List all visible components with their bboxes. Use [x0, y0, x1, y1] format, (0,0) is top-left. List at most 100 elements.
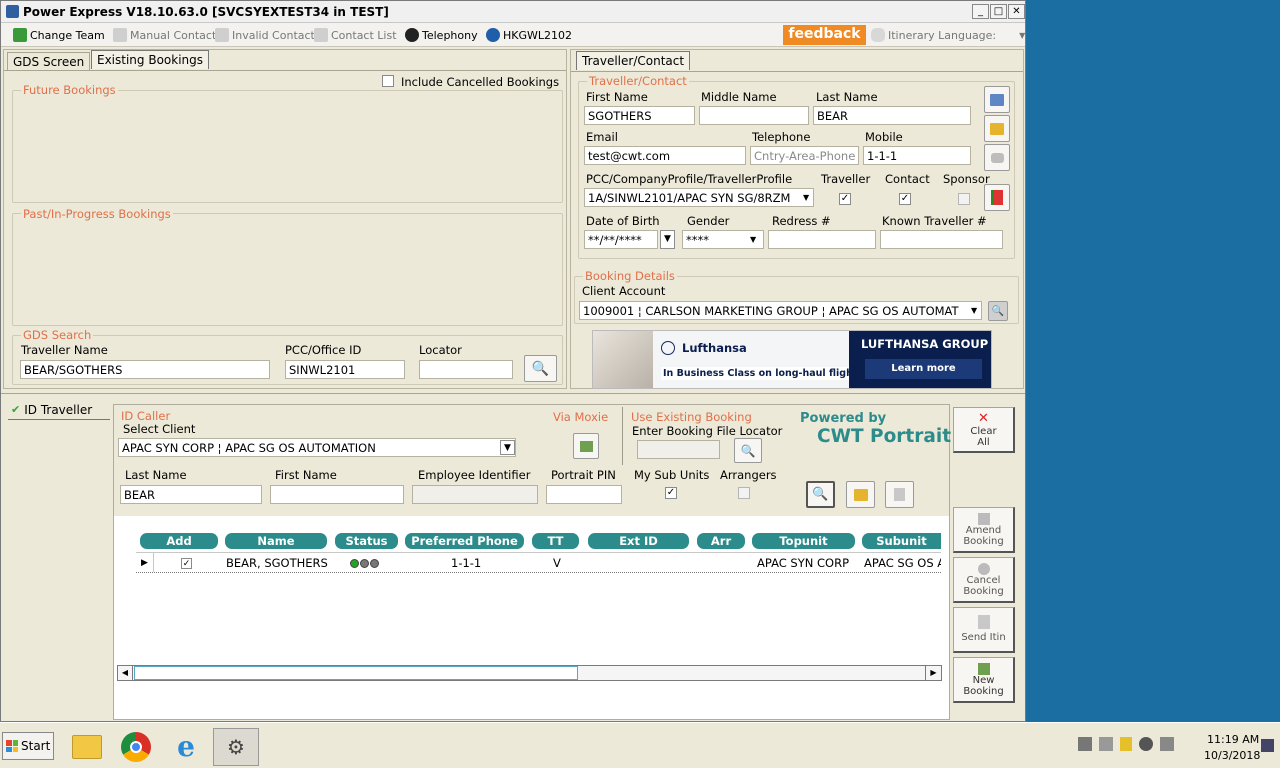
scroll-thumb[interactable]: [134, 666, 578, 680]
invalid-contact-button[interactable]: Invalid Contact: [215, 27, 315, 43]
add-profile-button[interactable]: [846, 481, 875, 508]
scroll-right-button[interactable]: ▶: [925, 666, 941, 680]
clear-all-button[interactable]: ✕ Clear All: [953, 407, 1015, 453]
scroll-left-button[interactable]: ◀: [118, 666, 133, 680]
employee-id-input[interactable]: [412, 485, 538, 504]
clock-date[interactable]: 10/3/2018: [1204, 749, 1260, 762]
pcc-office-input[interactable]: SINWL2101: [285, 360, 405, 379]
locator-input[interactable]: [419, 360, 513, 379]
volume-muted-icon[interactable]: [1160, 737, 1174, 751]
col-preferred-phone[interactable]: Preferred Phone: [405, 533, 524, 549]
minimize-button[interactable]: _: [972, 4, 989, 19]
comment-button[interactable]: [984, 144, 1010, 171]
id-first-name-input[interactable]: [270, 485, 404, 504]
security-icon[interactable]: [1139, 737, 1153, 751]
traveller-search-button[interactable]: 🔍: [806, 481, 835, 508]
network-icon[interactable]: [1078, 737, 1092, 751]
last-name-label: Last Name: [816, 90, 878, 104]
my-sub-units-checkbox[interactable]: ✓: [665, 487, 677, 499]
chrome-taskbar-button[interactable]: [115, 730, 157, 764]
traveller-name-label: Traveller Name: [21, 343, 108, 357]
booking-file-locator-input[interactable]: [637, 440, 720, 459]
col-add[interactable]: Add: [140, 533, 218, 549]
book-button[interactable]: [984, 184, 1010, 211]
manual-contact-button[interactable]: Manual Contact: [113, 27, 216, 43]
select-client-dropdown[interactable]: APAC SYN CORP ¦ APAC SG OS AUTOMATION: [118, 438, 516, 457]
telephone-input[interactable]: Cntry-Area-Phone: [750, 146, 859, 165]
power-express-taskbar-button[interactable]: ⚙: [213, 728, 259, 766]
clock-time[interactable]: 11:19 AM: [1207, 733, 1259, 746]
last-name-input[interactable]: BEAR: [813, 106, 971, 125]
via-moxie-label: Via Moxie: [551, 410, 611, 424]
app-icon: [6, 5, 19, 18]
feedback-button[interactable]: feedback: [783, 25, 866, 45]
mobile-input[interactable]: 1-1-1: [863, 146, 971, 165]
col-ext-id[interactable]: Ext ID: [588, 533, 689, 549]
dob-input[interactable]: **/**/****: [584, 230, 658, 249]
amend-icon: [977, 513, 990, 525]
ktn-input[interactable]: [880, 230, 1003, 249]
horizontal-scrollbar[interactable]: ◀ ▶: [117, 665, 942, 681]
include-cancelled-checkbox[interactable]: [382, 75, 394, 87]
arrangers-checkbox[interactable]: [738, 487, 750, 499]
sponsor-checkbox[interactable]: [958, 193, 970, 205]
table-row[interactable]: ▶ ✓ BEAR, SGOTHERS 1-1-1 V APAC SYN CORP…: [136, 552, 941, 573]
profile-button[interactable]: [984, 115, 1010, 142]
new-profile-button[interactable]: [885, 481, 914, 508]
portrait-pin-input[interactable]: [546, 485, 622, 504]
maximize-button[interactable]: □: [990, 4, 1007, 19]
gear-icon: ⚙: [227, 735, 245, 759]
middle-name-input[interactable]: [699, 106, 809, 125]
lufthansa-ad[interactable]: Lufthansa In Business Class on long-haul…: [592, 330, 992, 389]
col-subunit[interactable]: Subunit: [862, 533, 941, 549]
close-button[interactable]: ✕: [1008, 4, 1025, 19]
row-add-checkbox[interactable]: ✓: [181, 558, 192, 569]
redress-input[interactable]: [768, 230, 876, 249]
ie-taskbar-button[interactable]: e: [165, 730, 207, 764]
id-last-name-input[interactable]: BEAR: [120, 485, 262, 504]
gds-search-button[interactable]: 🔍: [524, 355, 557, 382]
send-itin-button[interactable]: Send Itin: [953, 607, 1015, 653]
cancel-booking-button[interactable]: Cancel Booking: [953, 557, 1015, 603]
col-name[interactable]: Name: [225, 533, 327, 549]
client-search-button[interactable]: 🔍: [988, 301, 1008, 321]
email-input[interactable]: test@cwt.com: [584, 146, 746, 165]
ad-learn-more[interactable]: Learn more: [865, 359, 982, 379]
show-desktop-icon[interactable]: [1261, 739, 1274, 752]
first-name-input[interactable]: SGOTHERS: [584, 106, 695, 125]
itinerary-language[interactable]: Itinerary Language: ▼: [871, 27, 1025, 43]
dob-dropdown[interactable]: ▼: [660, 230, 675, 249]
via-moxie-button[interactable]: [573, 433, 599, 459]
traveller-name-input[interactable]: BEAR/SGOTHERS: [20, 360, 270, 379]
telephony-button[interactable]: Telephony: [405, 27, 478, 43]
col-tt[interactable]: TT: [532, 533, 579, 549]
middle-name-label: Middle Name: [701, 90, 777, 104]
change-team-button[interactable]: Change Team: [13, 27, 105, 43]
server-icon[interactable]: [1099, 737, 1113, 751]
file-explorer-taskbar-button[interactable]: [68, 730, 106, 764]
contact-checkbox[interactable]: ✓: [899, 193, 911, 205]
tab-traveller-contact[interactable]: Traveller/Contact: [576, 51, 691, 70]
tab-existing-bookings[interactable]: Existing Bookings: [91, 50, 210, 69]
telephone-icon: [405, 28, 419, 42]
col-status[interactable]: Status: [335, 533, 398, 549]
col-topunit[interactable]: Topunit: [752, 533, 855, 549]
tab-gds-screen[interactable]: GDS Screen: [7, 52, 91, 71]
amend-booking-button[interactable]: Amend Booking: [953, 507, 1015, 553]
shield-icon[interactable]: [1120, 737, 1132, 751]
col-arr[interactable]: Arr: [697, 533, 745, 549]
pcc-button[interactable]: HKGWL2102: [486, 27, 572, 43]
booking-search-button[interactable]: 🔍: [734, 438, 762, 463]
start-button[interactable]: Start: [2, 732, 54, 760]
manual-contact-label: Manual Contact: [130, 28, 217, 42]
profile-select[interactable]: 1A/SINWL2101/APAC SYN SG/8RZM: [584, 188, 814, 207]
tab-id-traveller[interactable]: ✔ ID Traveller: [8, 400, 110, 420]
search-icon: 🔍: [991, 305, 1005, 317]
client-account-select[interactable]: 1009001 ¦ CARLSON MARKETING GROUP ¦ APAC…: [579, 301, 982, 320]
new-booking-button[interactable]: New Booking: [953, 657, 1015, 703]
select-client-dropdown-button[interactable]: ▼: [500, 440, 515, 455]
contact-list-button[interactable]: Contact List: [314, 27, 397, 43]
remove-contact-button[interactable]: [984, 86, 1010, 113]
traveller-checkbox[interactable]: ✓: [839, 193, 851, 205]
window-title: Power Express V18.10.63.0 [SVCSYEXTEST34…: [23, 5, 389, 19]
